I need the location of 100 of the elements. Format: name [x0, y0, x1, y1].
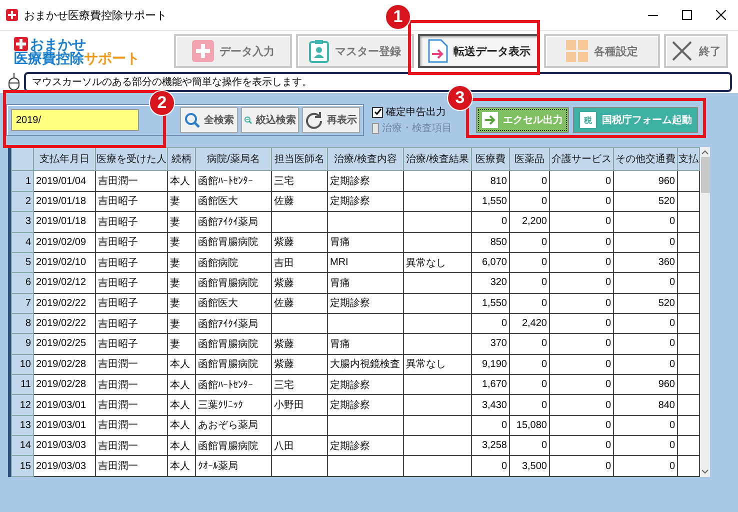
table-cell: 1,550 [472, 293, 510, 314]
table-cell: 2019/02/25 [34, 334, 96, 354]
table-cell: 0 [550, 456, 614, 476]
row-number: 7 [12, 293, 34, 314]
scroll-thumb[interactable] [700, 157, 710, 193]
logo-text: 医療費控除 [14, 51, 84, 65]
table-cell: 0 [550, 293, 614, 314]
table-cell: 0 [614, 415, 678, 436]
search-button[interactable]: 絞込検索 [241, 107, 299, 133]
column-header: 病院/薬局名 [196, 148, 272, 171]
table-cell: 異常なし [404, 354, 472, 375]
table-cell: 妻 [168, 334, 196, 354]
table-cell [272, 415, 328, 436]
table-cell: 0 [614, 272, 678, 294]
table-cell: 胃痛 [328, 272, 404, 294]
table-cell: 紫藤 [272, 334, 328, 354]
table-cell: 2019/02/28 [34, 354, 96, 375]
plus-icon [192, 40, 214, 62]
table-cell [272, 313, 328, 334]
table-cell: 函館胃腸病院 [196, 436, 272, 456]
toolbar-button[interactable]: マスター登録 [296, 34, 414, 68]
table-cell: 0 [510, 394, 550, 416]
table-cell: 0 [510, 170, 550, 192]
table-cell [404, 313, 472, 334]
row-number: 13 [12, 415, 34, 436]
column-header: 介護サービス [550, 148, 614, 171]
toolbar-button[interactable]: 各種設定 [544, 34, 660, 68]
table-cell: 0 [472, 212, 510, 232]
table-cell: 吉田昭子 [96, 293, 168, 314]
row-number: 11 [12, 374, 34, 395]
table-cell: 960 [614, 374, 678, 395]
arrow-right-icon [482, 112, 498, 128]
table-cell: 本人 [168, 456, 196, 476]
logo-text: おまかせ [30, 37, 86, 51]
table-cell: 2019/03/03 [34, 456, 96, 476]
search-button[interactable]: 全検索 [180, 107, 238, 133]
toolbar-button[interactable]: 終了 [664, 34, 728, 68]
row-number: 9 [12, 334, 34, 354]
table-cell: 函館胃腸病院 [196, 354, 272, 375]
table-cell: 0 [510, 354, 550, 375]
toolbar-button[interactable]: データ入力 [174, 34, 292, 68]
scroll-up-icon[interactable] [701, 149, 709, 155]
table-cell: 定期診察 [328, 374, 404, 395]
table-cell [404, 334, 472, 354]
grid-icon [566, 40, 588, 62]
toolbar-button[interactable]: 転送データ表示 [418, 34, 540, 68]
table-cell: 0 [550, 170, 614, 192]
table-cell [404, 456, 472, 476]
row-number: 4 [12, 232, 34, 252]
checkbox-label: 確定申告出力 [386, 106, 446, 119]
search-field[interactable]: 2019/ [11, 109, 139, 131]
export-button[interactable]: エクセル出力 [476, 107, 569, 133]
table-cell: 840 [614, 394, 678, 416]
table-cell [404, 232, 472, 252]
table-cell: 函館ﾊｰﾄｾﾝﾀｰ [196, 170, 272, 192]
table-cell: 0 [510, 334, 550, 354]
table-cell: 2019/02/09 [34, 232, 96, 252]
row-number: 2 [12, 191, 34, 212]
row-number: 8 [12, 313, 34, 334]
table-cell: 大腸内視鏡検査 [328, 354, 404, 375]
table-cell: 吉田昭子 [96, 272, 168, 294]
table-cell: 函館病院 [196, 252, 272, 273]
table-cell: 紫藤 [272, 272, 328, 294]
table-cell: 吉田潤一 [96, 170, 168, 192]
table-cell [404, 436, 472, 456]
table-cell: 0 [550, 252, 614, 273]
search-icon [184, 112, 200, 128]
search-button[interactable]: 再表示 [302, 107, 360, 133]
export-button[interactable]: 税 国税庁フォーム起動 [573, 107, 698, 133]
table-cell: 360 [614, 252, 678, 273]
table-cell: 本人 [168, 354, 196, 375]
table-cell: 吉田昭子 [96, 252, 168, 273]
column-header: 支払年月日 [34, 148, 96, 171]
table-cell: 0 [614, 313, 678, 334]
table-cell: 0 [550, 394, 614, 416]
table-cell: 0 [472, 415, 510, 436]
table-cell: 妻 [168, 191, 196, 212]
table-cell: 三宅 [272, 170, 328, 192]
row-number: 10 [12, 354, 34, 375]
close-x-icon [671, 40, 693, 62]
table-cell: 三葉ｸﾘﾆｯｸ [196, 394, 272, 416]
table-cell: 三宅 [272, 374, 328, 395]
column-header: 医薬品 [510, 148, 550, 171]
table-cell [404, 415, 472, 436]
document-arrow-icon [428, 39, 448, 63]
table-cell [404, 212, 472, 232]
scrollbar[interactable] [700, 147, 710, 477]
column-header: 治療/検査内容 [328, 148, 404, 171]
table-cell: 小野田 [272, 394, 328, 416]
refresh-icon [305, 111, 323, 129]
table-cell: 0 [550, 313, 614, 334]
table-cell: 0 [614, 212, 678, 232]
table-cell: 函館ﾊｰﾄｾﾝﾀｰ [196, 374, 272, 395]
scroll-down-icon[interactable] [701, 469, 709, 475]
table-cell: 妻 [168, 293, 196, 314]
table-cell: 0 [550, 354, 614, 375]
table-cell: 0 [550, 191, 614, 212]
table-cell: 本人 [168, 394, 196, 416]
table-cell: 2019/01/18 [34, 212, 96, 232]
checkbox[interactable] [372, 106, 383, 118]
